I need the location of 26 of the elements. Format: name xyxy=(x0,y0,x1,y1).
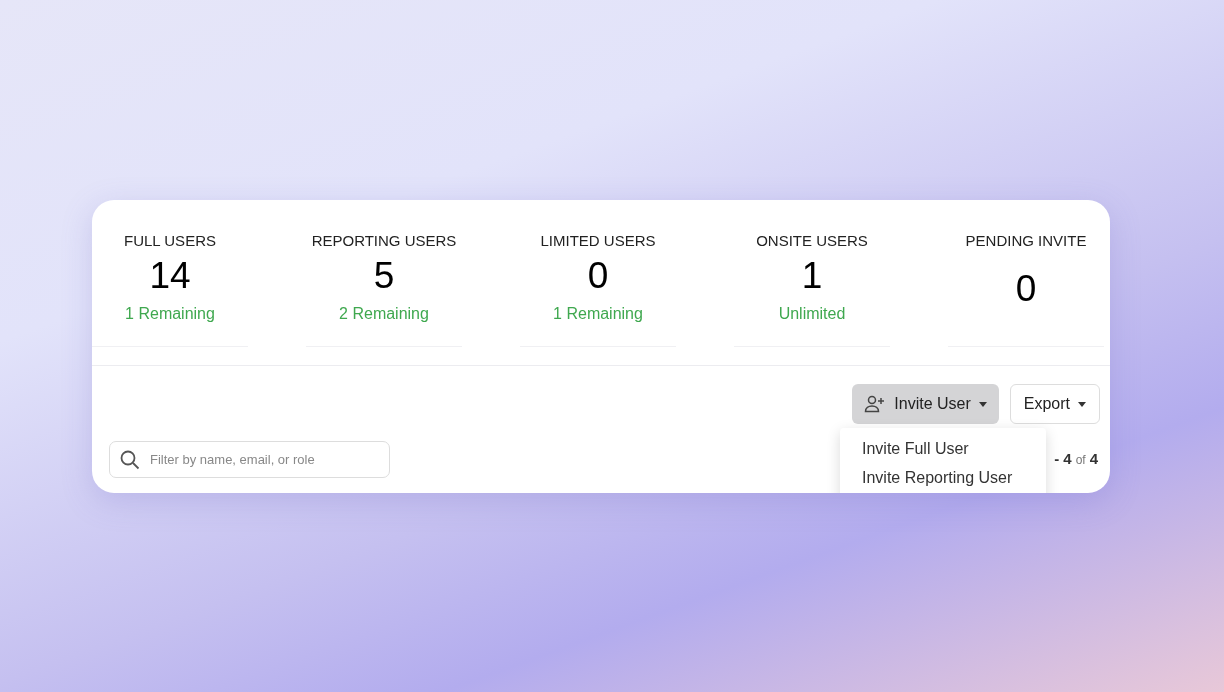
menu-item[interactable]: Invite Full User xyxy=(840,434,1046,463)
search-field[interactable]: Filter by name, email, or role xyxy=(109,441,390,478)
stat-label: FULL USERS xyxy=(124,231,216,251)
menu-item[interactable]: Invite Reporting User xyxy=(840,463,1046,492)
search-icon xyxy=(120,450,140,470)
stat-remaining: 1 Remaining xyxy=(553,303,643,324)
pagination-total: 4 xyxy=(1089,449,1098,470)
caret-icon xyxy=(978,401,987,407)
stat-label: PENDING INVITE xyxy=(965,231,1087,251)
stat-value: 1 xyxy=(801,253,823,298)
pagination-range: - 4 xyxy=(1054,449,1072,470)
stat-remaining: 1 Remaining xyxy=(125,303,215,324)
stat-value: 0 xyxy=(587,253,609,298)
export-button[interactable]: Export xyxy=(1009,384,1100,424)
caret-icon xyxy=(1078,401,1086,407)
stat-remaining: 2 Remaining xyxy=(339,303,429,324)
stat-value: 0 xyxy=(1015,266,1037,311)
stat-remaining: Unlimited xyxy=(778,303,846,324)
invite-user-button[interactable]: Invite User xyxy=(852,384,999,424)
add-user-icon xyxy=(864,395,887,413)
stat-value: 14 xyxy=(149,253,191,298)
pagination-separator: of xyxy=(1075,452,1086,470)
stat-label: ONSITE USERS xyxy=(756,231,868,251)
stat-label: REPORTING USERS xyxy=(311,231,457,251)
stat-label: LIMITED USERS xyxy=(540,231,656,251)
stat-value: 5 xyxy=(373,253,395,298)
